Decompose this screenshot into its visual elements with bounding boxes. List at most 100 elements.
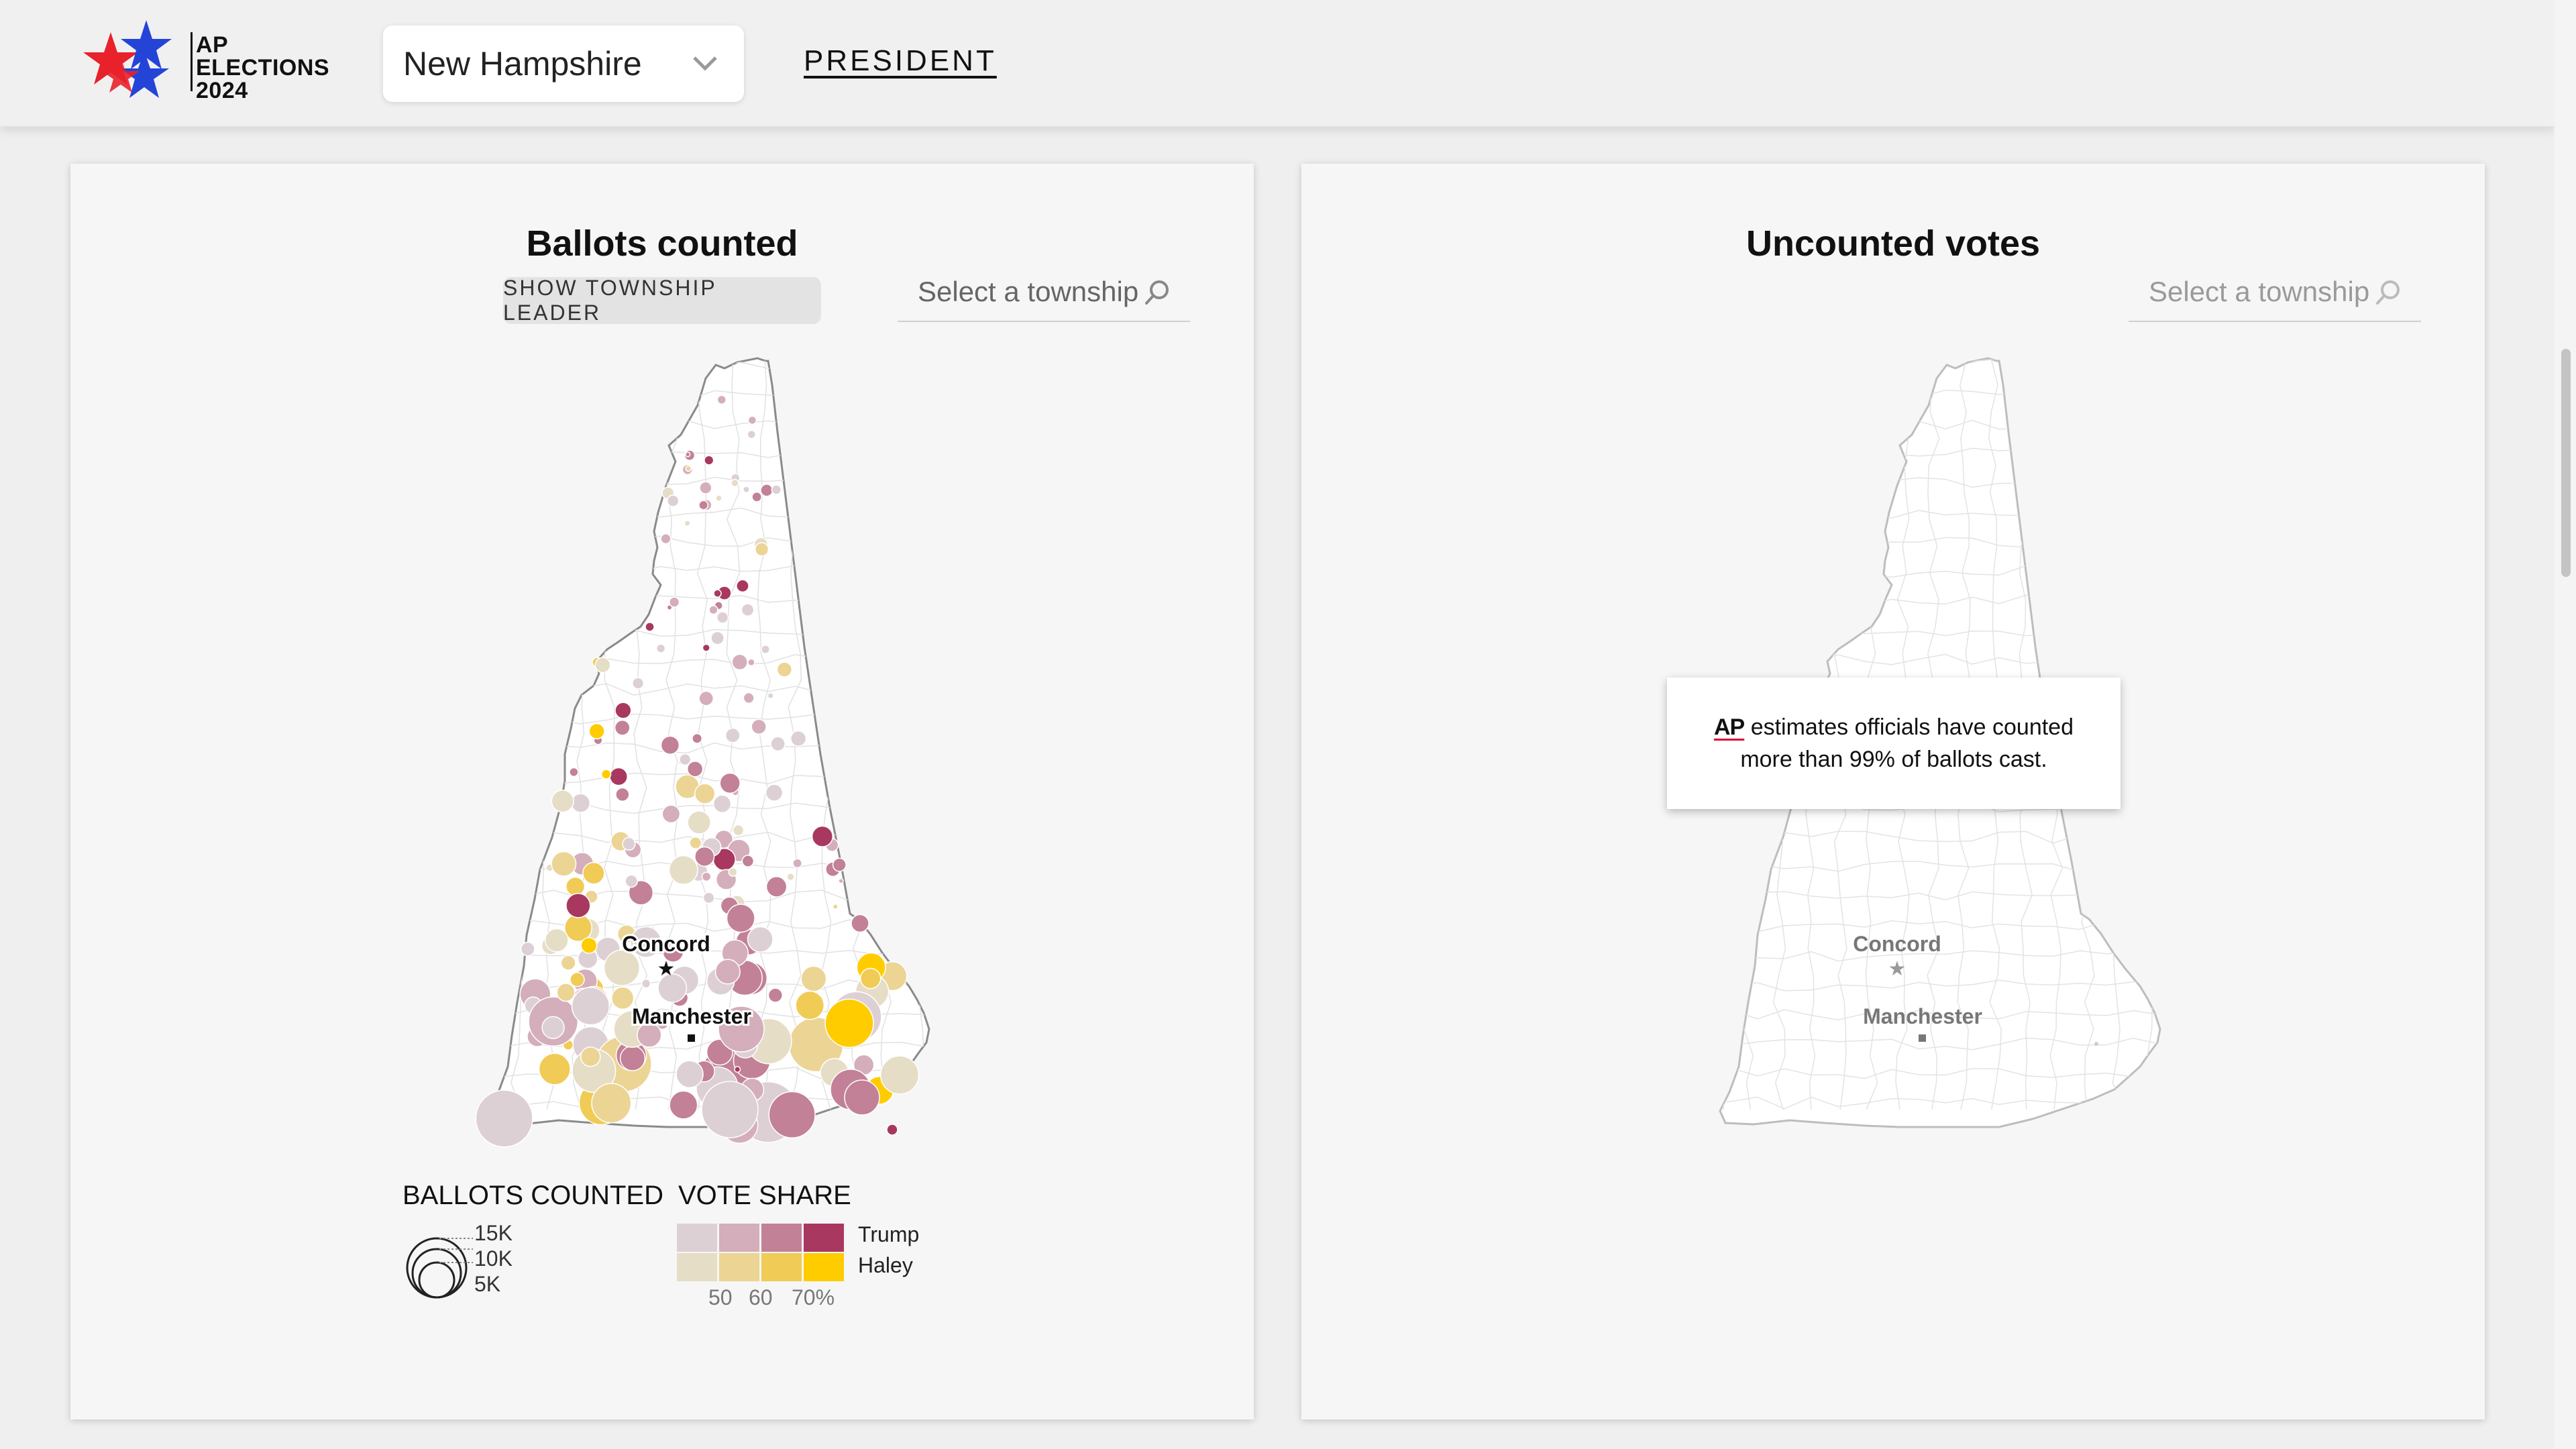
township-bubble[interactable]	[712, 794, 732, 814]
township-bubble[interactable]	[689, 837, 702, 850]
township-bubble[interactable]	[708, 605, 718, 615]
township-bubble[interactable]	[755, 542, 769, 557]
township-bubble[interactable]	[747, 429, 757, 439]
township-bubble[interactable]	[824, 998, 874, 1049]
township-bubble[interactable]	[832, 857, 847, 872]
township-bubble[interactable]	[886, 1124, 898, 1136]
township-bubble[interactable]	[676, 1060, 704, 1089]
township-bubble[interactable]	[767, 692, 774, 699]
township-bubble[interactable]	[687, 810, 712, 835]
township-bubble[interactable]	[560, 955, 576, 971]
township-bubble[interactable]	[570, 793, 591, 813]
township-bubble[interactable]	[731, 478, 739, 488]
township-bubble[interactable]	[619, 1045, 646, 1071]
township-bubble[interactable]	[641, 979, 651, 989]
scrollbar-thumb[interactable]	[2561, 349, 2571, 577]
township-bubble[interactable]	[538, 1053, 571, 1085]
township-bubble[interactable]	[685, 465, 692, 472]
township-bubble[interactable]	[710, 631, 724, 645]
township-bubble[interactable]	[776, 661, 793, 678]
township-bubble[interactable]	[551, 851, 577, 877]
township-bubble[interactable]	[544, 928, 569, 953]
township-bubble[interactable]	[684, 520, 691, 527]
township-bubble[interactable]	[580, 1046, 601, 1067]
new-hampshire-bubble-map[interactable]: Concord ★ Manchester	[70, 164, 1254, 1419]
township-bubble[interactable]	[566, 893, 591, 918]
township-bubble[interactable]	[699, 481, 712, 494]
township-bubble[interactable]	[736, 579, 749, 593]
township-bubble[interactable]	[660, 533, 672, 545]
township-bubble[interactable]	[698, 690, 714, 706]
township-bubble[interactable]	[541, 1016, 565, 1039]
township-bubble[interactable]	[747, 658, 755, 667]
township-bubble[interactable]	[741, 855, 755, 867]
township-bubble[interactable]	[765, 876, 788, 898]
township-bubble[interactable]	[594, 657, 611, 674]
state-dropdown[interactable]: New Hampshire	[383, 25, 744, 102]
township-bubble[interactable]	[580, 936, 598, 954]
township-bubble[interactable]	[795, 990, 825, 1020]
township-bubble[interactable]	[645, 622, 655, 632]
township-bubble[interactable]	[724, 727, 741, 743]
township-bubble[interactable]	[614, 702, 632, 719]
president-race-link[interactable]: PRESIDENT	[804, 44, 997, 78]
township-bubble[interactable]	[591, 1083, 632, 1124]
township-bubble[interactable]	[570, 971, 585, 987]
township-bubble[interactable]	[731, 653, 748, 671]
township-bubble[interactable]	[734, 1066, 741, 1073]
township-bubble[interactable]	[751, 491, 763, 502]
township-bubble[interactable]	[614, 719, 631, 736]
township-bubble[interactable]	[716, 611, 729, 624]
township-bubble[interactable]	[768, 1091, 816, 1138]
township-bubble[interactable]	[668, 855, 698, 885]
township-bubble[interactable]	[761, 645, 770, 654]
township-bubble[interactable]	[728, 867, 738, 877]
township-bubble[interactable]	[786, 872, 795, 881]
township-bubble[interactable]	[859, 967, 881, 989]
township-bubble[interactable]	[685, 451, 691, 458]
township-bubble[interactable]	[765, 784, 784, 802]
township-bubble[interactable]	[661, 804, 681, 824]
township-bubble[interactable]	[655, 643, 666, 653]
township-bubble[interactable]	[838, 877, 844, 884]
township-bubble[interactable]	[701, 871, 712, 882]
township-bubble[interactable]	[844, 1079, 880, 1116]
township-bubble[interactable]	[625, 874, 639, 888]
township-bubble[interactable]	[716, 394, 727, 405]
township-bubble[interactable]	[669, 1090, 698, 1120]
township-bubble[interactable]	[588, 722, 605, 740]
township-bubble[interactable]	[679, 753, 692, 766]
township-bubble[interactable]	[692, 733, 703, 744]
township-bubble[interactable]	[832, 904, 839, 910]
township-bubble[interactable]	[770, 736, 786, 752]
township-bubble[interactable]	[715, 494, 722, 502]
township-bubble[interactable]	[669, 596, 680, 608]
township-bubble[interactable]	[747, 926, 773, 953]
township-bubble[interactable]	[610, 986, 635, 1010]
township-bubble[interactable]	[631, 677, 645, 690]
township-bubble[interactable]	[660, 735, 680, 755]
township-bubble[interactable]	[714, 959, 741, 985]
township-bubble[interactable]	[726, 904, 755, 933]
township-bubble[interactable]	[698, 500, 709, 511]
township-bubble[interactable]	[743, 692, 755, 704]
township-bubble[interactable]	[767, 987, 784, 1003]
township-bubble[interactable]	[879, 1055, 920, 1095]
township-bubble[interactable]	[790, 730, 807, 747]
township-bubble[interactable]	[760, 484, 773, 497]
township-bubble[interactable]	[701, 1081, 759, 1138]
township-bubble[interactable]	[751, 718, 767, 735]
township-bubble[interactable]	[566, 876, 586, 896]
township-bubble[interactable]	[694, 783, 716, 804]
township-bubble[interactable]	[719, 772, 741, 794]
page-scrollbar[interactable]	[2555, 0, 2576, 1449]
ap-elections-logo[interactable]: AP ELECTIONS 2024	[80, 17, 335, 105]
township-bubble[interactable]	[811, 825, 834, 847]
township-bubble[interactable]	[702, 643, 710, 652]
township-bubble[interactable]	[792, 858, 802, 869]
township-bubble[interactable]	[747, 415, 757, 425]
township-bubble[interactable]	[520, 941, 535, 957]
township-bubble[interactable]	[556, 983, 576, 1002]
township-bubble[interactable]	[686, 761, 704, 777]
township-bubble[interactable]	[713, 589, 722, 598]
